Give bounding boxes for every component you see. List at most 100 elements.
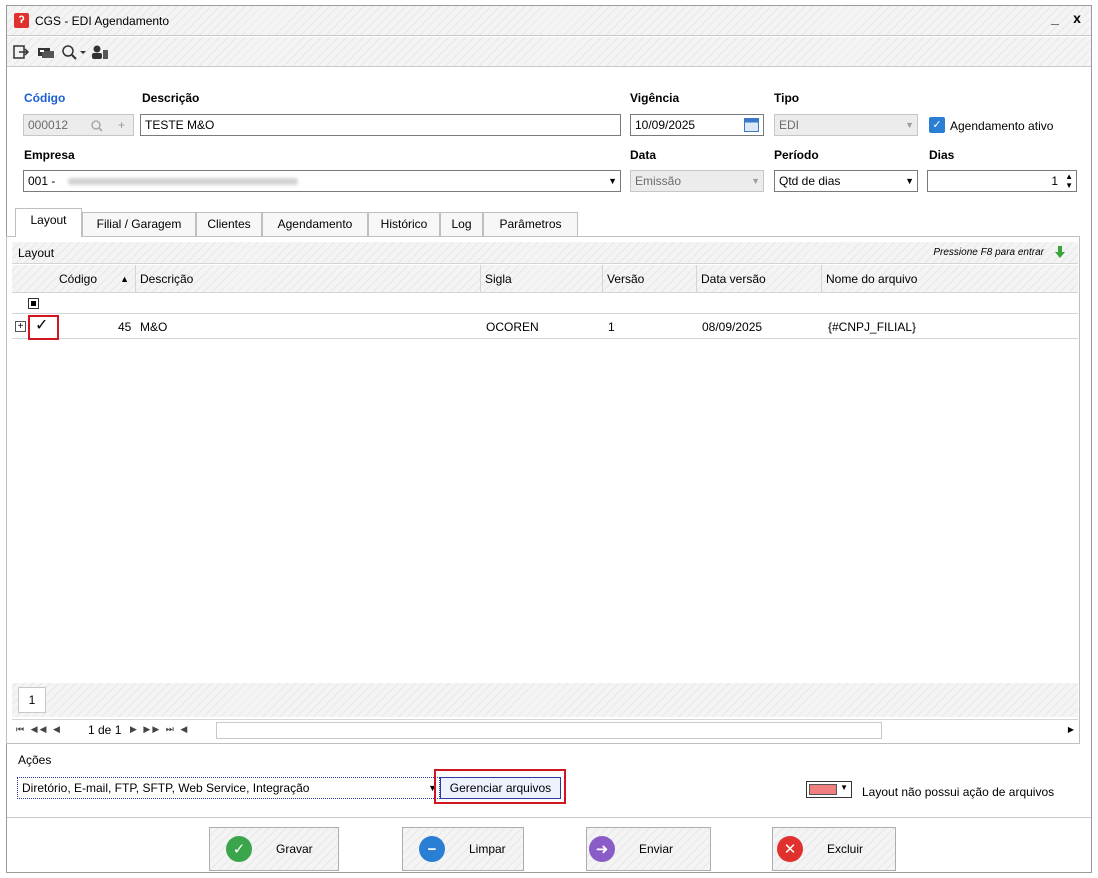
dias-label: Dias <box>929 148 955 162</box>
legend-text: Layout não possui ação de arquivos <box>862 785 1055 799</box>
column-data-versao[interactable]: Data versão <box>697 265 822 293</box>
app-logo-icon: ʔ <box>14 13 29 28</box>
page-number-box[interactable]: 1 <box>18 687 46 713</box>
column-codigo[interactable]: Código ▲ <box>55 265 136 293</box>
delete-icon: ✕ <box>777 836 803 862</box>
column-versao[interactable]: Versão <box>603 265 697 293</box>
cell-codigo: 45 <box>118 320 132 334</box>
cell-nome-arquivo: {#CNPJ_FILIAL} <box>828 320 917 334</box>
scroll-right-icon[interactable]: ▶ <box>1068 725 1074 734</box>
tipo-label: Tipo <box>774 91 800 105</box>
tab-parametros[interactable]: Parâmetros <box>483 212 578 236</box>
nav-next-last-icons[interactable]: ▶ ▶▶ ⏭ ◀ <box>130 724 189 735</box>
limpar-label: Limpar <box>469 842 506 856</box>
minus-icon: − <box>419 836 445 862</box>
chevron-down-icon: ▼ <box>751 176 760 186</box>
page-footer: 1 <box>12 683 1078 717</box>
tipo-value: EDI <box>779 118 800 132</box>
empresa-label: Empresa <box>24 148 75 162</box>
tab-clientes[interactable]: Clientes <box>196 212 262 236</box>
group-header: Layout Pressione F8 para entrar <box>12 242 1078 264</box>
table-row[interactable] <box>12 315 1078 339</box>
send-icon: ➜ <box>589 836 615 862</box>
gerenciar-arquivos-button[interactable]: Gerenciar arquivos <box>440 777 561 799</box>
hint-text: Pressione F8 para entrar <box>933 247 1044 258</box>
codigo-label: Código <box>24 91 66 105</box>
select-all-checkbox[interactable] <box>28 298 39 309</box>
cell-data-versao: 08/09/2025 <box>702 320 763 334</box>
vigencia-date-field[interactable]: 10/09/2025 <box>630 114 764 136</box>
dias-value: 1 <box>1051 174 1058 188</box>
gravar-label: Gravar <box>276 842 313 856</box>
nav-first-prev-icons[interactable]: ⏮ ◀◀ ◀ <box>16 724 62 735</box>
column-label: Código <box>59 272 98 286</box>
color-picker[interactable]: ▼ <box>806 781 852 798</box>
window-title: CGS - EDI Agendamento <box>35 14 170 28</box>
periodo-value: Qtd de dias <box>779 174 841 188</box>
codigo-field[interactable]: 000012 + <box>23 114 134 136</box>
data-select: Emissão ▼ <box>630 170 764 192</box>
tab-agendamento[interactable]: Agendamento <box>262 212 368 236</box>
blurred-company-name <box>68 178 298 185</box>
excluir-button[interactable]: ✕ Excluir <box>772 827 896 871</box>
title-bar: ʔ CGS - EDI Agendamento _ x <box>7 6 1091 36</box>
toolbar <box>7 37 1091 67</box>
acoes-label: Ações <box>18 753 52 767</box>
scrollbar-thumb[interactable] <box>216 722 882 739</box>
close-button[interactable]: x <box>1069 10 1085 26</box>
codigo-value: 000012 <box>28 118 69 132</box>
agendamento-ativo-checkbox[interactable]: ✓ <box>929 117 945 133</box>
color-swatch <box>809 784 837 795</box>
periodo-select[interactable]: Qtd de dias ▼ <box>774 170 918 192</box>
acoes-select[interactable]: Diretório, E-mail, FTP, SFTP, Web Servic… <box>17 777 440 799</box>
empresa-value: 001 - <box>28 174 56 188</box>
calendar-icon[interactable] <box>744 118 759 135</box>
minimize-button[interactable]: _ <box>1047 10 1063 26</box>
pager-text: 1 de 1 <box>88 723 122 737</box>
tipo-select: EDI ▼ <box>774 114 918 136</box>
cards-icon[interactable] <box>37 43 55 61</box>
empresa-select[interactable]: 001 - ▼ <box>23 170 621 192</box>
tab-log[interactable]: Log <box>440 212 483 236</box>
dias-spinner[interactable]: 1 ▲ ▼ <box>927 170 1077 192</box>
column-nome-arquivo[interactable]: Nome do arquivo <box>822 265 1078 293</box>
group-label: Layout <box>18 246 55 260</box>
enviar-label: Enviar <box>639 842 674 856</box>
limpar-button[interactable]: − Limpar <box>402 827 524 871</box>
vigencia-value: 10/09/2025 <box>635 118 696 132</box>
gravar-button[interactable]: ✓ Gravar <box>209 827 339 871</box>
sort-ascending-icon: ▲ <box>120 274 129 284</box>
periodo-label: Período <box>774 148 819 162</box>
descricao-value: TESTE M&O <box>145 118 215 132</box>
check-icon: ✓ <box>226 836 252 862</box>
arrow-down-icon[interactable] <box>1054 245 1066 262</box>
acoes-value: Diretório, E-mail, FTP, SFTP, Web Servic… <box>22 781 310 795</box>
vigencia-label: Vigência <box>630 91 680 105</box>
excluir-label: Excluir <box>827 842 864 856</box>
spinner-arrows-icon[interactable]: ▲ ▼ <box>1065 172 1073 190</box>
descricao-label: Descrição <box>142 91 200 105</box>
chevron-down-icon: ▼ <box>905 120 914 130</box>
chevron-down-icon: ▼ <box>608 176 617 186</box>
search-icon[interactable] <box>90 115 104 135</box>
descricao-field[interactable]: TESTE M&O <box>140 114 621 136</box>
expand-icon[interactable]: + <box>15 321 26 332</box>
enviar-button[interactable]: ➜ Enviar <box>586 827 711 871</box>
chevron-down-icon: ▼ <box>840 783 848 792</box>
plus-icon[interactable]: + <box>118 115 125 135</box>
tab-filial-garagem[interactable]: Filial / Garagem <box>82 212 196 236</box>
cell-descricao: M&O <box>140 320 168 334</box>
exit-icon[interactable] <box>13 43 29 61</box>
data-value: Emissão <box>635 174 682 188</box>
column-sigla[interactable]: Sigla <box>481 265 603 293</box>
users-icon[interactable] <box>91 43 109 61</box>
filter-row <box>12 294 1078 314</box>
navigator-bar: ⏮ ◀◀ ◀ 1 de 1 ▶ ▶▶ ⏭ ◀ ▶ <box>12 719 1078 741</box>
column-descricao[interactable]: Descrição <box>136 265 481 293</box>
search-dropdown-icon[interactable] <box>61 43 87 61</box>
data-label: Data <box>630 148 657 162</box>
tab-historico[interactable]: Histórico <box>368 212 440 236</box>
row-checkbox[interactable]: ✓ <box>35 318 48 334</box>
tab-layout[interactable]: Layout <box>15 208 82 237</box>
divider <box>7 817 1091 818</box>
